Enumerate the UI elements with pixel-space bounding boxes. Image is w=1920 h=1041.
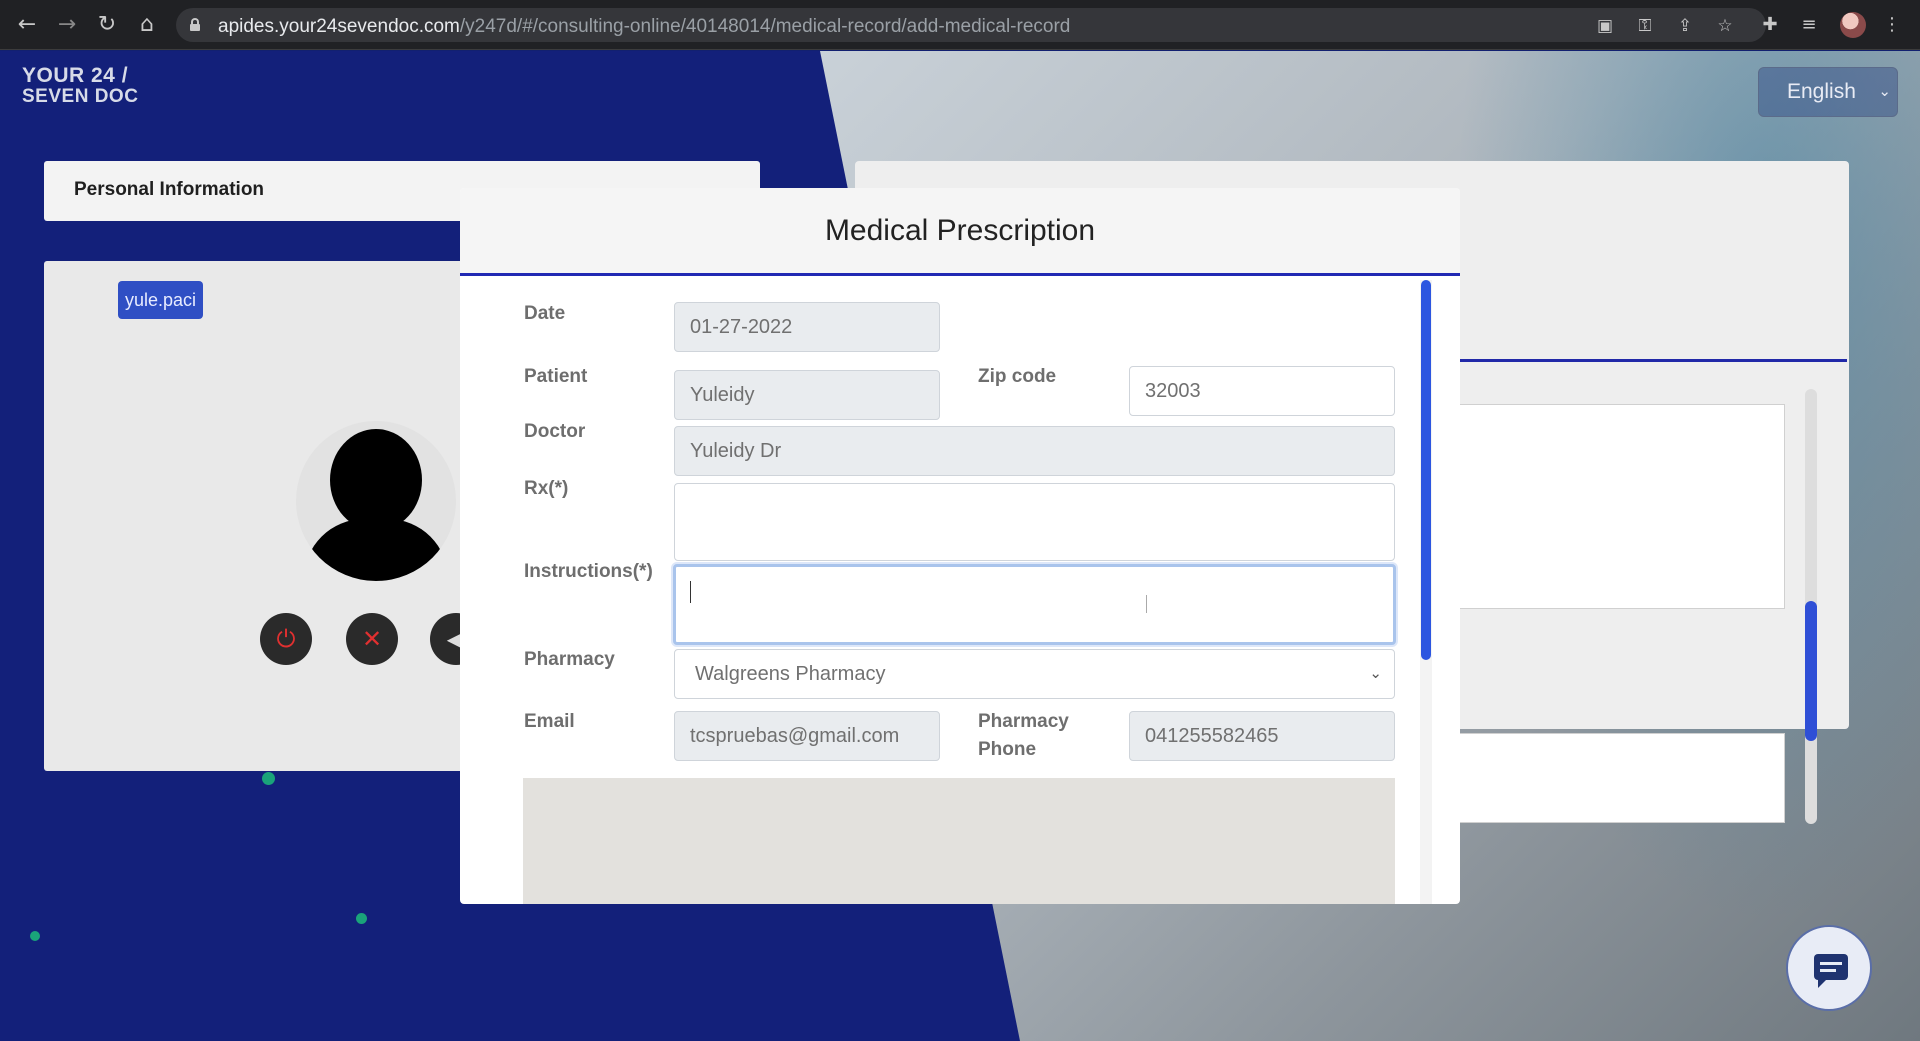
star-icon[interactable]: ☆ (1714, 15, 1736, 37)
forward-arrow-icon[interactable]: → (54, 12, 80, 38)
ibeam-cursor-icon (1146, 595, 1152, 613)
instructions-textarea[interactable] (673, 564, 1396, 645)
text-caret (690, 581, 691, 603)
notes-textarea-2[interactable] (1405, 733, 1785, 823)
address-bar[interactable]: apides.your24sevendoc.com/y247d/#/consul… (176, 8, 1766, 42)
doctor-field[interactable]: Yuleidy Dr (674, 426, 1395, 476)
url-path: /y247d/#/consulting-online/40148014/medi… (459, 16, 1071, 37)
key-icon[interactable]: ⚿ (1634, 15, 1656, 37)
medical-prescription-modal: Medical Prescription Date 01-27-2022 Pat… (460, 188, 1460, 904)
email-field[interactable]: tcspruebas@gmail.com (674, 711, 940, 761)
menu-dots-icon[interactable]: ⋮ (1880, 13, 1904, 37)
rx-label: Rx(*) (524, 478, 569, 499)
logo-line1: YOUR 24 / (22, 64, 129, 87)
url-text[interactable]: apides.your24sevendoc.com/y247d/#/consul… (218, 16, 1070, 38)
profile-avatar[interactable] (1840, 12, 1866, 38)
patient-field[interactable]: Yuleidy (674, 370, 940, 420)
zip-code-label: Zip code (978, 366, 1057, 387)
chat-icon-line (1820, 962, 1842, 965)
email-label: Email (524, 711, 575, 732)
home-icon[interactable]: ⌂ (134, 12, 160, 38)
date-label: Date (524, 303, 566, 324)
user-tag: yule.paci (118, 281, 204, 319)
chat-icon-line (1820, 969, 1836, 972)
back-arrow-icon[interactable]: ← (14, 12, 40, 38)
brand-logo[interactable]: YOUR 24 / SEVEN DOC (22, 65, 152, 107)
avatar (296, 421, 456, 581)
pharmacy-phone-label-line1: Pharmacy (978, 711, 1069, 732)
modal-scrollbar-thumb[interactable] (1421, 280, 1431, 660)
language-select[interactable]: English ⌄ (1758, 67, 1898, 117)
decor-dot (30, 931, 40, 941)
avatar-head (330, 429, 422, 531)
logo-line2: SEVEN DOC (22, 86, 139, 107)
pharmacy-phone-label: Pharmacy Phone (978, 708, 1069, 764)
panel-scrollbar-thumb[interactable] (1805, 601, 1817, 741)
notes-textarea[interactable] (1405, 404, 1785, 609)
language-value: English (1787, 80, 1856, 103)
modal-title: Medical Prescription (824, 214, 1096, 247)
power-icon[interactable]: ⏻ (260, 613, 312, 665)
patient-label: Patient (524, 366, 588, 387)
pharmacy-map[interactable] (523, 778, 1395, 904)
date-field[interactable]: 01-27-2022 (674, 302, 940, 352)
camera-icon[interactable]: ▣ (1594, 15, 1616, 37)
media-control-icon[interactable]: ≡ (1797, 13, 1821, 37)
pharmacy-phone-label-line2: Phone (978, 739, 1037, 760)
instructions-label: Instructions(*) (524, 561, 653, 582)
decor-dot (262, 772, 275, 785)
chat-icon (1814, 954, 1848, 988)
pharmacy-phone-field[interactable]: 041255582465 (1129, 711, 1395, 761)
modal-header: Medical Prescription (460, 188, 1460, 276)
share-icon[interactable]: ⇪ (1674, 15, 1696, 37)
pharmacy-value: Walgreens Pharmacy (695, 663, 886, 685)
url-host: apides.your24sevendoc.com (218, 16, 460, 37)
decor-dot (356, 913, 367, 924)
zip-code-field[interactable]: 32003 (1129, 366, 1395, 416)
extensions-icon[interactable]: ✚ (1758, 13, 1782, 37)
browser-toolbar: ← → ↻ ⌂ apides.your24sevendoc.com/y247d/… (0, 0, 1920, 50)
pharmacy-select[interactable]: Walgreens Pharmacy ⌄ (674, 649, 1395, 699)
pharmacy-label: Pharmacy (524, 649, 615, 670)
lock-icon[interactable] (190, 18, 200, 31)
rx-textarea[interactable] (674, 483, 1395, 561)
doctor-label: Doctor (524, 421, 586, 442)
chat-button[interactable] (1786, 925, 1872, 1011)
reload-icon[interactable]: ↻ (94, 12, 120, 38)
chevron-down-icon: ⌄ (1369, 665, 1382, 682)
chevron-down-icon: ⌄ (1878, 83, 1891, 100)
mic-off-icon[interactable]: ✕ (346, 613, 398, 665)
